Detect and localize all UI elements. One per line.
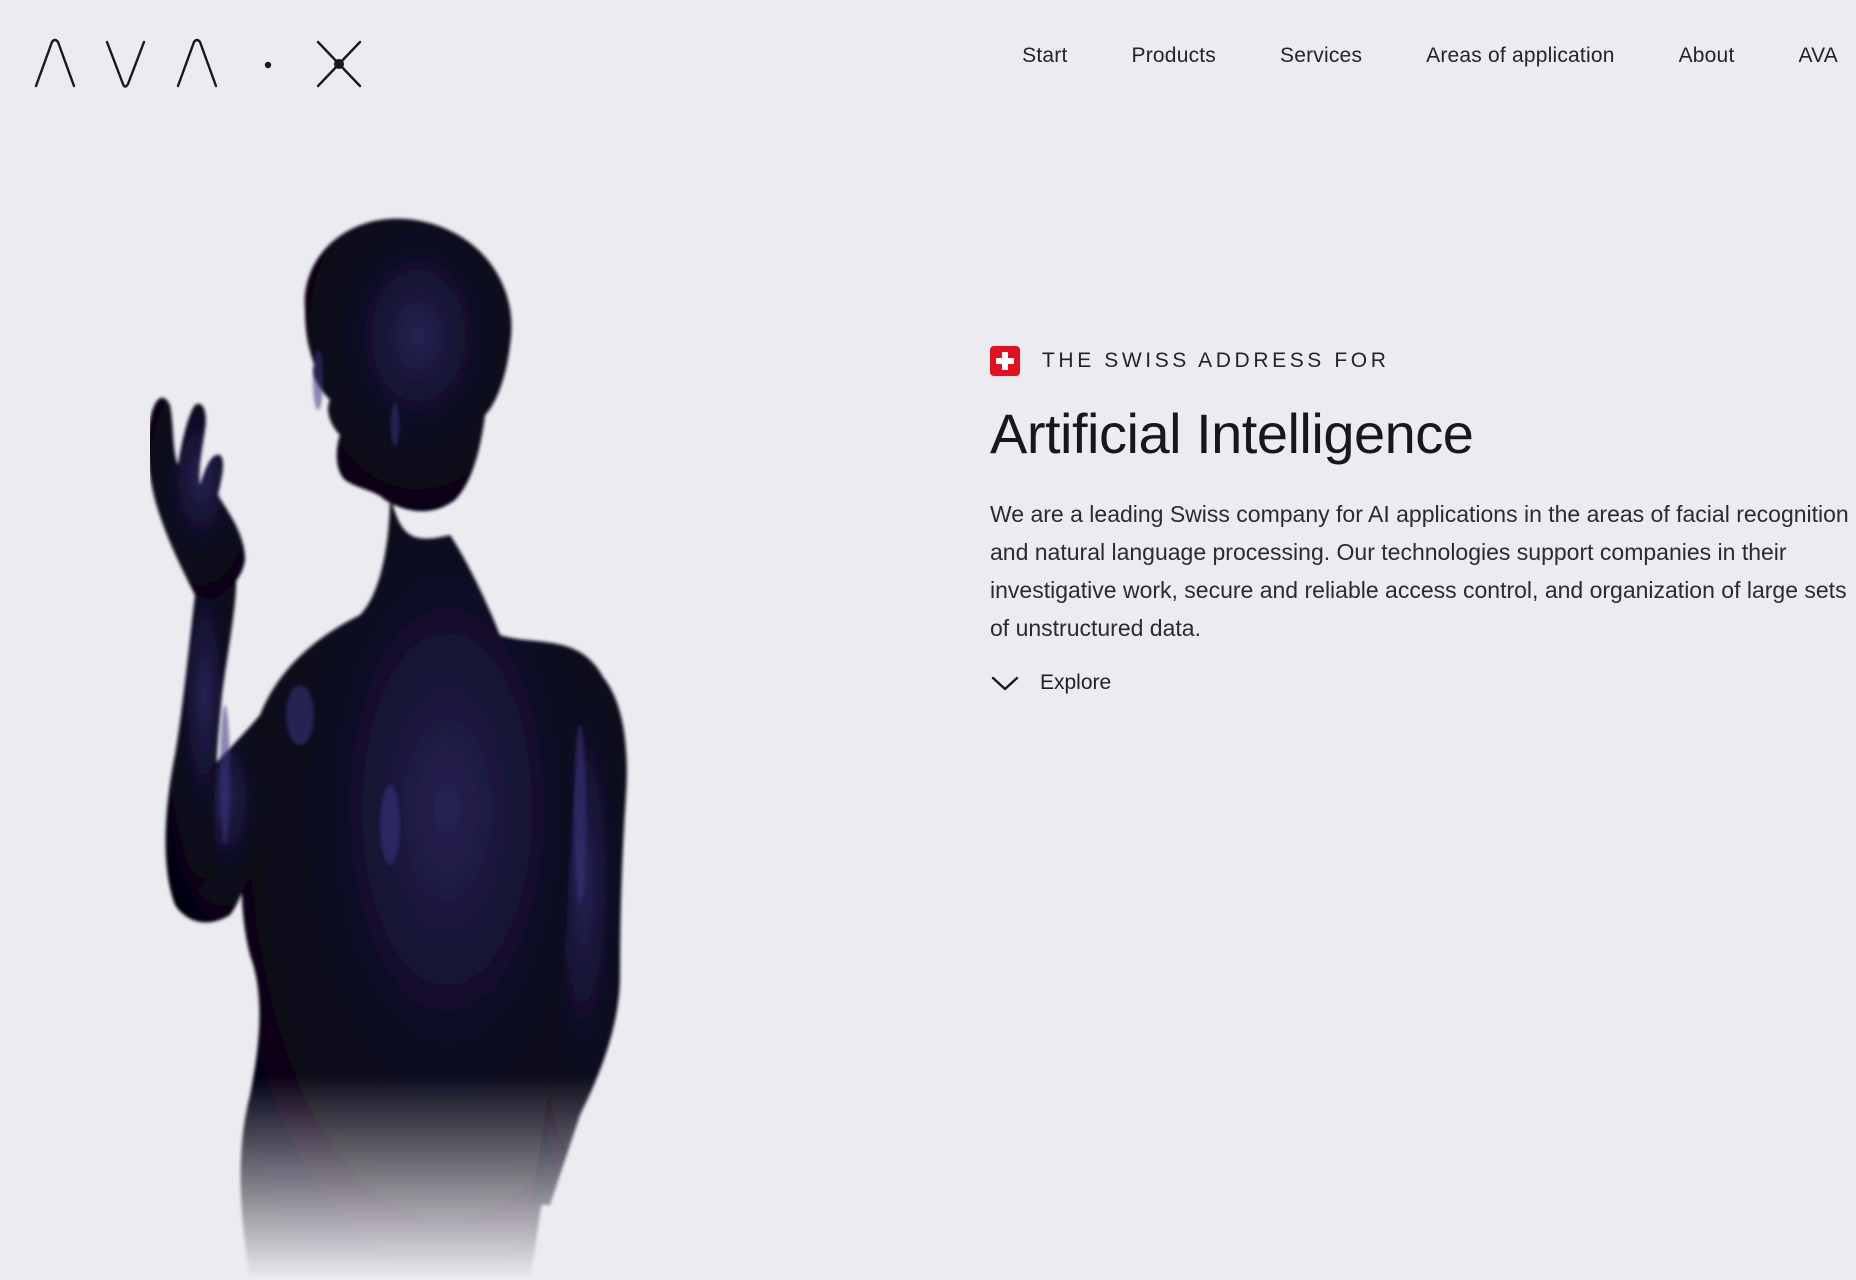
hero-description: We are a leading Swiss company for AI ap… [990,500,1849,641]
nav-products[interactable]: Products [1132,44,1216,68]
logo[interactable] [34,38,374,94]
nav-areas-of-application[interactable]: Areas of application [1426,44,1614,68]
eyebrow: THE SWISS ADDRESS FOR [990,345,1850,377]
nav-ava[interactable]: AVA [1798,44,1838,68]
hero-section: THE SWISS ADDRESS FOR Artificial Intelli… [990,345,1850,695]
nav-about[interactable]: About [1679,44,1735,68]
humanoid-figure-image [150,218,710,1280]
chevron-down-icon [991,676,1019,690]
eyebrow-text: THE SWISS ADDRESS FOR [1042,349,1390,372]
nav-services[interactable]: Services [1280,44,1362,68]
swiss-flag-icon [990,346,1020,376]
explore-button[interactable]: Explore [990,671,1850,695]
page: Start Products Services Areas of applica… [0,0,1856,1280]
main-nav: Start Products Services Areas of applica… [1022,44,1838,68]
explore-label: Explore [1040,670,1112,694]
nav-start[interactable]: Start [1022,44,1067,68]
hero-headline: Artificial Intelligence [990,402,1474,465]
